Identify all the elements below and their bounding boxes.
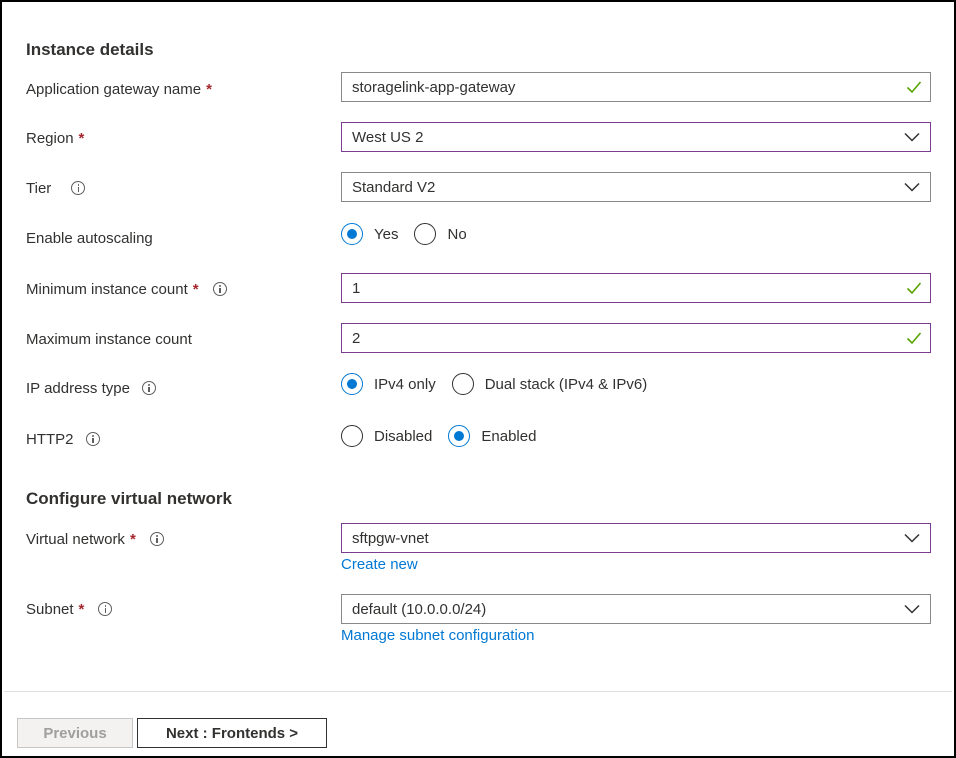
gateway-name-label: Application gateway name *: [26, 78, 212, 100]
min-count-label-text: Minimum instance count: [26, 280, 188, 298]
ip-type-label: IP address type: [26, 377, 156, 399]
info-icon[interactable]: [98, 602, 113, 616]
chevron-down-icon: [904, 533, 920, 543]
min-count-label: Minimum instance count *: [26, 278, 227, 300]
required-asterisk: *: [78, 129, 85, 147]
vnet-value: sftpgw-vnet: [352, 529, 429, 547]
info-icon[interactable]: [149, 532, 164, 546]
max-count-input[interactable]: 2: [341, 323, 931, 353]
autoscaling-no-label: No: [447, 225, 467, 243]
valid-check-icon: [906, 282, 922, 295]
chevron-down-icon: [904, 132, 920, 142]
valid-check-icon: [906, 332, 922, 345]
max-count-value: 2: [352, 329, 361, 347]
max-count-label-text: Maximum instance count: [26, 330, 192, 348]
ip-type-dual-label: Dual stack (IPv4 & IPv6): [484, 375, 648, 393]
required-asterisk: *: [206, 80, 212, 98]
tier-label-text: Tier: [26, 179, 52, 197]
http2-enabled-option[interactable]: Enabled: [448, 425, 536, 447]
min-count-value: 1: [352, 279, 361, 297]
radio-unselected[interactable]: [451, 373, 474, 395]
autoscaling-label-text: Enable autoscaling: [26, 229, 153, 247]
required-asterisk: *: [78, 600, 85, 618]
vnet-label-text: Virtual network: [26, 530, 125, 548]
section-title-virtual-network: Configure virtual network: [26, 489, 232, 508]
region-value: West US 2: [352, 128, 424, 146]
footer-divider: [4, 691, 952, 692]
http2-label: HTTP2: [26, 428, 100, 450]
http2-radio-group: Disabled Enabled: [341, 425, 552, 447]
gateway-name-value: storagelink-app-gateway: [352, 78, 516, 96]
max-count-label: Maximum instance count: [26, 328, 192, 350]
http2-enabled-label: Enabled: [481, 427, 537, 445]
http2-label-text: HTTP2: [26, 430, 74, 448]
gateway-name-label-text: Application gateway name: [26, 80, 202, 98]
http2-disabled-label: Disabled: [374, 427, 433, 445]
radio-selected[interactable]: [448, 425, 471, 447]
valid-check-icon: [906, 81, 922, 94]
chevron-down-icon: [904, 182, 920, 192]
autoscaling-no-option[interactable]: No: [414, 223, 467, 245]
ip-type-ipv4-option[interactable]: IPv4 only: [341, 373, 436, 395]
info-icon[interactable]: [212, 282, 227, 296]
subnet-value: default (10.0.0.0/24): [352, 600, 487, 618]
autoscaling-label: Enable autoscaling: [26, 227, 153, 249]
ip-type-label-text: IP address type: [26, 379, 130, 397]
tier-label: Tier: [26, 177, 86, 199]
vnet-label: Virtual network *: [26, 528, 164, 550]
create-new-link[interactable]: Create new: [341, 556, 418, 573]
vnet-select[interactable]: sftpgw-vnet: [341, 523, 931, 553]
region-label: Region *: [26, 127, 84, 149]
tier-value: Standard V2: [352, 178, 436, 196]
form-panel: Instance details Application gateway nam…: [0, 0, 956, 758]
ip-type-dual-option[interactable]: Dual stack (IPv4 & IPv6): [451, 373, 648, 395]
http2-disabled-option[interactable]: Disabled: [341, 425, 432, 447]
radio-selected[interactable]: [341, 223, 363, 245]
info-icon[interactable]: [71, 181, 86, 195]
chevron-down-icon: [904, 604, 920, 614]
radio-selected[interactable]: [341, 373, 363, 395]
region-select[interactable]: West US 2: [341, 122, 931, 152]
required-asterisk: *: [192, 280, 199, 298]
radio-unselected[interactable]: [414, 223, 437, 245]
subnet-label: Subnet *: [26, 598, 113, 620]
autoscaling-yes-label: Yes: [374, 225, 399, 243]
ip-type-ipv4-label: IPv4 only: [374, 375, 436, 393]
min-count-input[interactable]: 1: [341, 273, 931, 303]
info-icon[interactable]: [85, 432, 100, 446]
autoscaling-radio-group: Yes No: [341, 223, 483, 245]
gateway-name-input[interactable]: storagelink-app-gateway: [341, 72, 931, 102]
subnet-select[interactable]: default (10.0.0.0/24): [341, 594, 931, 624]
manage-subnet-link[interactable]: Manage subnet configuration: [341, 627, 534, 644]
ip-type-radio-group: IPv4 only Dual stack (IPv4 & IPv6): [341, 373, 663, 395]
subnet-label-text: Subnet: [26, 600, 74, 618]
tier-select[interactable]: Standard V2: [341, 172, 931, 202]
autoscaling-yes-option[interactable]: Yes: [341, 223, 398, 245]
radio-unselected[interactable]: [341, 425, 363, 447]
info-icon[interactable]: [141, 381, 156, 395]
region-label-text: Region: [26, 129, 74, 147]
previous-button[interactable]: Previous: [17, 718, 133, 748]
required-asterisk: *: [129, 530, 136, 548]
next-frontends-button[interactable]: Next : Frontends >: [137, 718, 327, 748]
section-title-instance-details: Instance details: [26, 40, 154, 59]
